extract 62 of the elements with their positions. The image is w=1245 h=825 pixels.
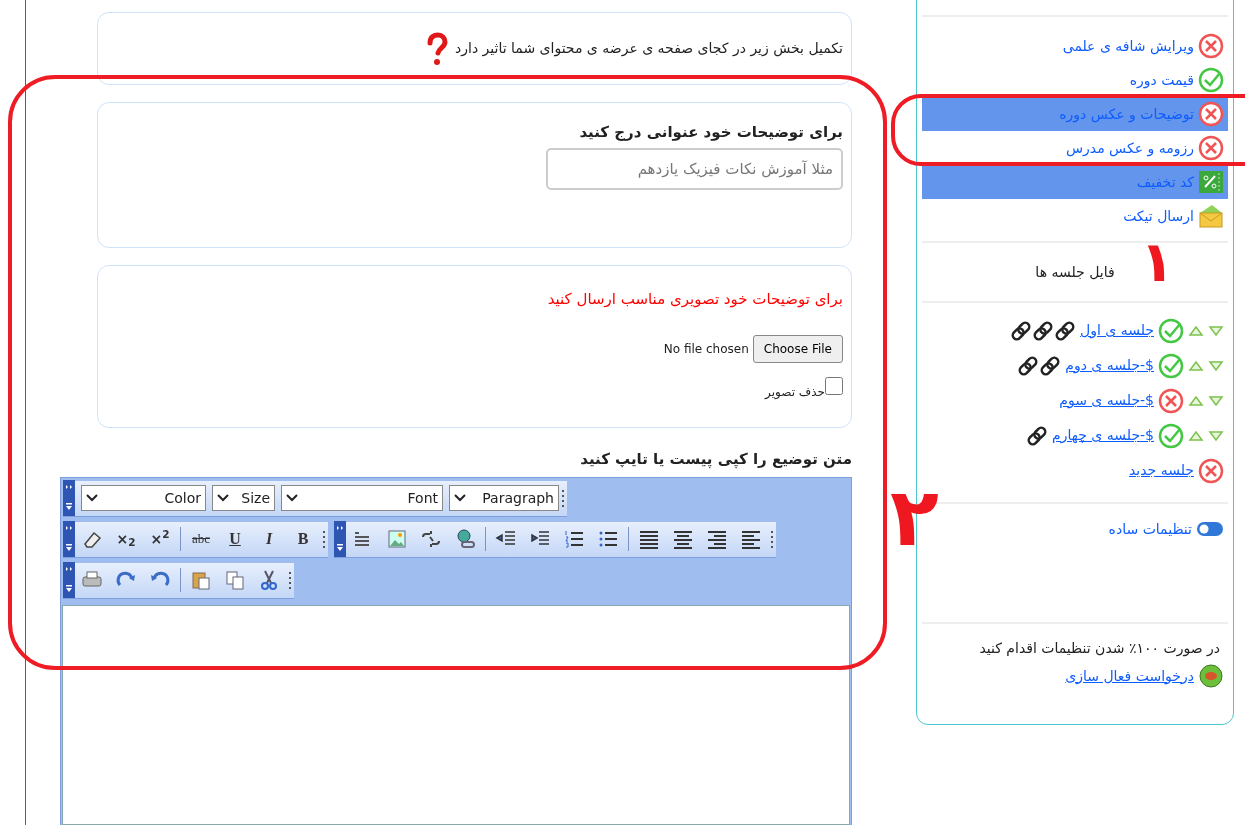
dropdown-select[interactable]: Color [81, 485, 206, 511]
activate-icon [1198, 663, 1224, 689]
grip-handle[interactable] [63, 562, 75, 598]
chain-link-icon [1039, 355, 1062, 376]
script-button[interactable]: ×$_{2}$ [111, 525, 141, 553]
toggle-label: تنظیمات ساده [1108, 519, 1192, 539]
align-left-icon[interactable] [740, 528, 762, 550]
chain-link-icon [1026, 425, 1049, 446]
script-button[interactable]: ×$^{2}$ [145, 525, 175, 553]
numbered-list-icon[interactable] [563, 528, 585, 550]
checkbox-label: حذف تصویر [765, 383, 825, 401]
session-link[interactable]: جلسه ی اول [1080, 320, 1154, 341]
italic-button[interactable]: I [254, 525, 284, 553]
sidebar-item[interactable]: ارسال تیکت [922, 199, 1228, 233]
field-label: برای توضیحات خود تصویری مناسب ارسال کنید [546, 289, 843, 310]
session-link[interactable]: $-جلسه ی سوم [1059, 390, 1154, 411]
dropdown-select[interactable]: Paragraph [449, 485, 559, 511]
grip-handle[interactable] [334, 521, 346, 557]
envelope-icon [1198, 203, 1224, 229]
field-label: برای توضیحات خود عنوانی درج کنید [578, 122, 843, 143]
chain-link-icon [1054, 320, 1077, 341]
chain-link-icon [1010, 320, 1033, 341]
session-link[interactable]: $-جلسه ی دوم [1065, 355, 1154, 376]
dropdown-select[interactable]: Size [212, 485, 275, 511]
unlink-icon[interactable] [420, 528, 442, 550]
chevron-icon [217, 493, 229, 503]
section-heading: فایل جلسه ها [1035, 262, 1115, 282]
align-right-icon[interactable] [706, 528, 728, 550]
sidebar-item[interactable]: رزومه و عکس مدرس [922, 131, 1228, 165]
delete-image-checkbox[interactable] [825, 376, 843, 395]
chain-link-icon [1017, 355, 1040, 376]
question-mark-icon [425, 31, 449, 66]
scissors-icon[interactable] [258, 569, 280, 591]
chevron-icon [454, 493, 466, 503]
justify-icon[interactable] [638, 528, 660, 550]
copy-icon[interactable] [224, 569, 246, 591]
chevron-icon [86, 493, 98, 503]
grip-handle[interactable] [63, 480, 75, 516]
grip-handle[interactable] [63, 521, 75, 557]
discount-tag-icon [1198, 169, 1224, 195]
title-input[interactable]: مثلا آموزش نکات فیزیک یازدهم [546, 147, 843, 190]
annotation-number: ۱ [1140, 234, 1175, 290]
file-status: No file chosen [663, 340, 749, 358]
dropdown-select[interactable]: Font [281, 485, 443, 511]
session-link[interactable]: جلسه جدید [1129, 460, 1194, 481]
bold-button[interactable]: B [288, 525, 318, 553]
activation-link[interactable]: درخواست فعال سازی [1065, 665, 1194, 687]
sidebar-item[interactable]: قیمت دوره [922, 63, 1228, 97]
editor-label: متن توضیع را کپی پیست یا تایپ کنید [579, 449, 852, 471]
notice-text: تکمیل بخش زیر در کجای صفحه ی عرضه ی محتوای شما تاثیر دارد [455, 39, 843, 59]
session-link[interactable]: $-جلسه ی چهارم [1052, 425, 1154, 446]
choose-file-button[interactable]: Choose File [752, 334, 843, 363]
sidebar-item[interactable]: ویرایش شافه ی علمی [922, 29, 1228, 63]
footer-text: در صورت ۱۰۰٪ شدن تنظیمات اقدام کنید [978, 639, 1221, 659]
chevron-icon [286, 493, 298, 503]
chain-link-icon [1032, 320, 1055, 341]
paste-icon[interactable] [190, 569, 212, 591]
toggle-switch[interactable] [1196, 521, 1224, 537]
globe-link-icon[interactable] [454, 528, 476, 550]
underline-button[interactable]: U [220, 525, 250, 553]
strikethrough-button[interactable]: abc [186, 525, 216, 553]
align-center-icon[interactable] [672, 528, 694, 550]
